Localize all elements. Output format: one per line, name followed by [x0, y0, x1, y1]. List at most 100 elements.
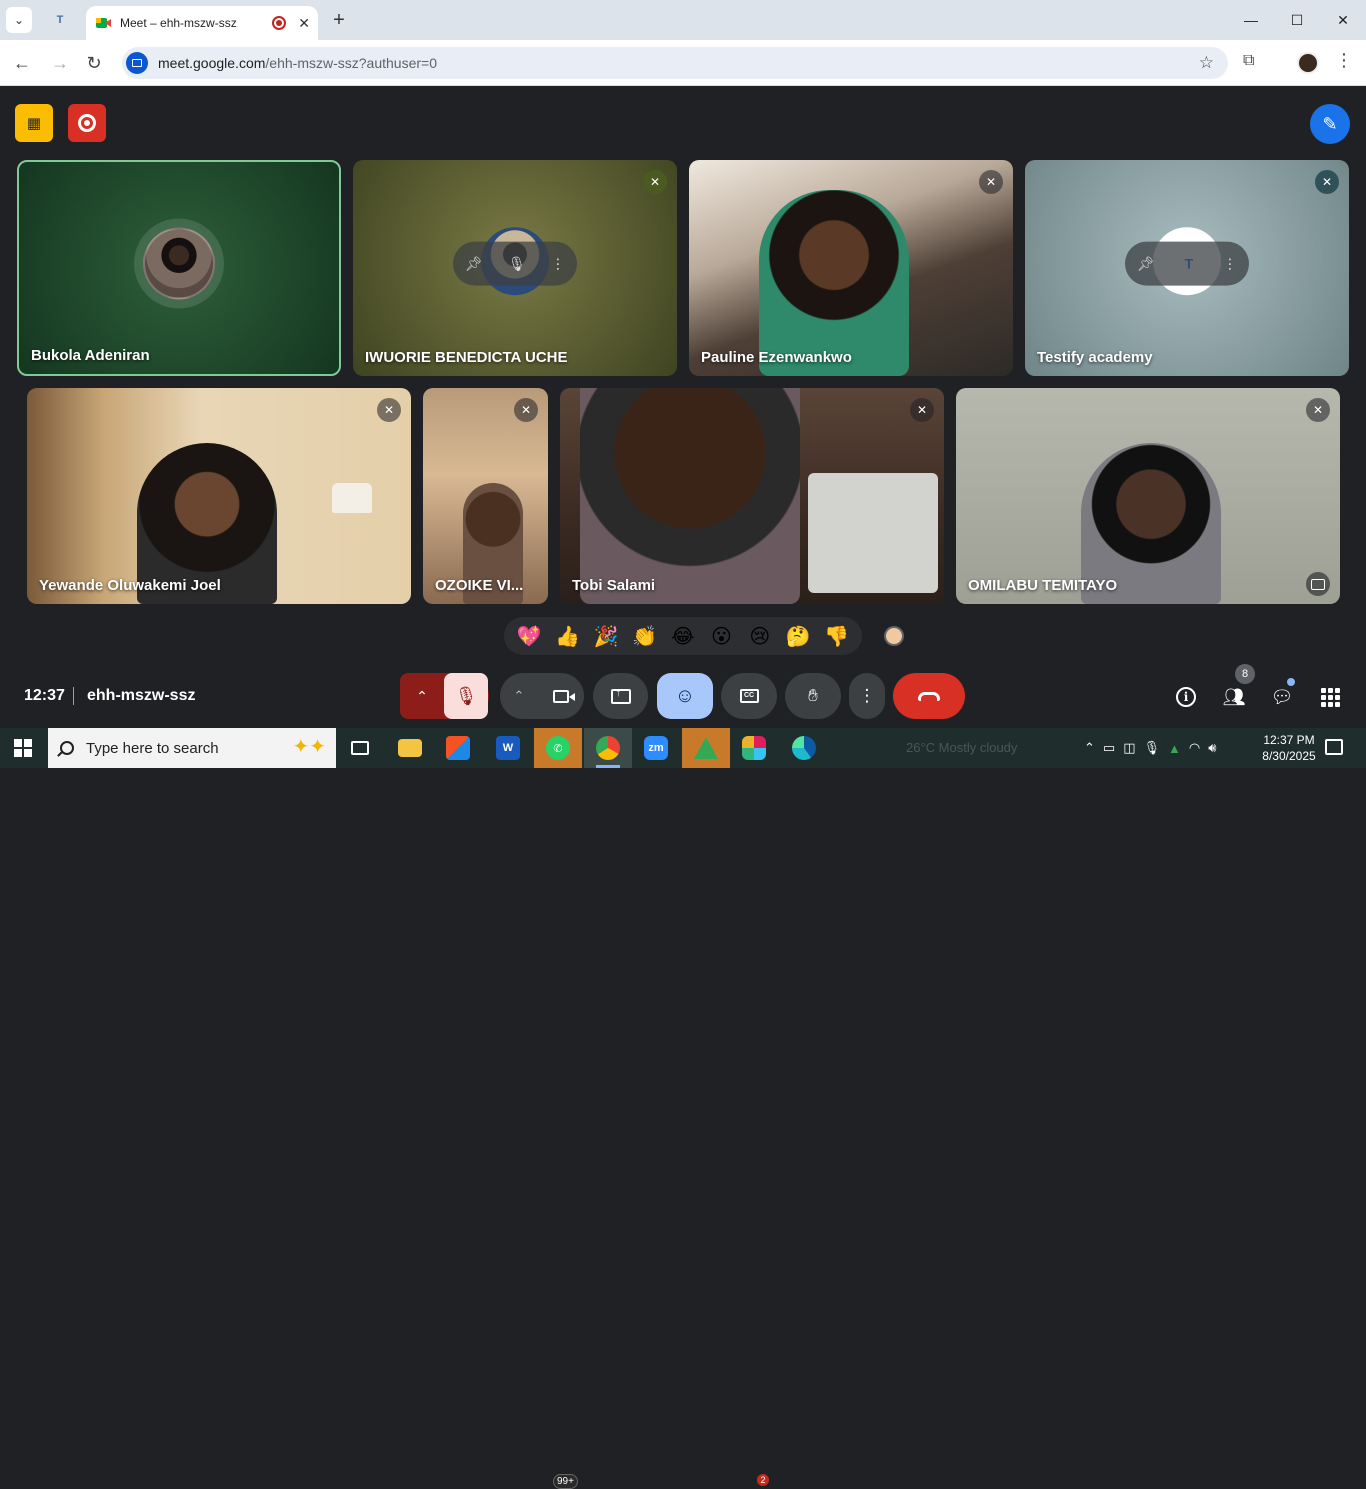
reaction-surprised[interactable]: 😮 — [706, 621, 736, 651]
divider — [73, 687, 74, 705]
browser-menu-icon[interactable]: ⋮ — [1334, 50, 1354, 76]
participant-tile[interactable]: ✕ Tobi Salami — [560, 388, 944, 604]
taskbar-app-file-explorer[interactable] — [386, 728, 434, 768]
windows-start-icon[interactable] — [14, 739, 32, 757]
participant-name: Tobi Salami — [572, 577, 656, 594]
taskbar-app-zoom[interactable]: zm — [632, 728, 680, 768]
reactions-bar: 💖 👍 🎉 👏 😂 😮 😢 🤔 👎 — [504, 617, 862, 655]
edit-pen-button[interactable]: ✎ — [1310, 104, 1350, 144]
raise-hand-button[interactable]: ✋︎ — [785, 673, 841, 719]
camera-toggle-button[interactable] — [538, 673, 584, 719]
mute-icon[interactable]: 🎙︎ — [508, 255, 526, 272]
url-path: /ehh-mszw-ssz?authuser=0 — [265, 55, 437, 71]
green-app-tray-icon[interactable]: ▲ — [1168, 741, 1181, 756]
recording-button[interactable] — [68, 104, 106, 142]
address-bar[interactable]: meet.google.com/ehh-mszw-ssz?authuser=0 … — [122, 47, 1228, 79]
taskbar-app-edge[interactable] — [780, 728, 828, 768]
minimize-button[interactable]: — — [1228, 0, 1274, 40]
mic-control-group: ⌃ 🎙︎ — [400, 673, 489, 719]
tab-meet[interactable]: Meet – ehh-mszw-ssz ✕ — [86, 6, 318, 40]
tab-close-icon[interactable]: ✕ — [298, 15, 310, 32]
back-button[interactable]: ← — [9, 50, 35, 76]
reaction-party-popper[interactable]: 🎉 — [591, 621, 621, 651]
reaction-clapping[interactable]: 👏 — [630, 621, 660, 651]
taskbar-app-slack[interactable] — [730, 728, 778, 768]
zoom-icon: zm — [644, 736, 668, 760]
present-screen-button[interactable] — [593, 673, 648, 719]
camera-blocked-icon[interactable]: ▦ — [15, 104, 53, 142]
participant-tile[interactable]: Bukola Adeniran — [17, 160, 341, 376]
reaction-laughing[interactable]: 😂 — [668, 621, 698, 651]
participant-name: Pauline Ezenwankwo — [701, 349, 852, 366]
battery-icon[interactable]: ▭ — [1103, 740, 1115, 756]
picture-in-picture-icon[interactable] — [1306, 572, 1330, 596]
pin-icon[interactable]: 📌︎ — [465, 255, 483, 272]
meeting-details-button[interactable]: i — [1173, 684, 1199, 710]
maximize-button[interactable]: ☐ — [1274, 0, 1320, 40]
participant-name: OZOIKE VI... — [435, 577, 524, 594]
tile-hover-controls: 📌︎ T ⋮ — [1125, 241, 1249, 286]
reaction-thinking[interactable]: 🤔 — [783, 621, 813, 651]
reaction-sparkling-heart[interactable]: 💖 — [514, 621, 544, 651]
edge-icon — [792, 736, 816, 760]
more-options-icon[interactable]: ⋮ — [1223, 255, 1237, 272]
profile-avatar[interactable] — [1297, 52, 1319, 74]
volume-icon[interactable]: 🔊︎ — [1208, 740, 1216, 756]
new-tab-button[interactable]: + — [328, 8, 350, 32]
extensions-icon[interactable]: ⧉ — [1243, 52, 1265, 74]
participant-tile[interactable]: 📌︎ T ⋮ ✕ Testify academy — [1025, 160, 1349, 376]
captions-button[interactable]: CC — [721, 673, 777, 719]
taskbar-search[interactable]: Type here to search ✦✦ — [48, 728, 336, 768]
close-window-button[interactable]: ✕ — [1320, 0, 1366, 40]
participant-tile[interactable]: ✕ Yewande Oluwakemi Joel — [27, 388, 411, 604]
taskbar-app-word[interactable]: W — [484, 728, 532, 768]
tray-overflow-chevron-icon[interactable]: ⌃ — [1084, 740, 1095, 756]
reaction-thumbs-up[interactable]: 👍 — [553, 621, 583, 651]
triangle-app-icon — [694, 737, 718, 759]
activities-button[interactable] — [1317, 684, 1343, 710]
site-info-icon[interactable] — [126, 52, 148, 74]
microphone-tray-icon[interactable]: 🎙︎ — [1144, 740, 1161, 756]
forward-button[interactable]: → — [47, 50, 73, 76]
more-options-button[interactable]: ⋮ — [849, 673, 885, 719]
captions-icon: CC — [739, 689, 759, 703]
participant-tile[interactable]: ✕ OMILABU TEMITAYO — [956, 388, 1340, 604]
mic-toggle-button[interactable]: 🎙︎ — [444, 673, 488, 719]
tab-search-button[interactable]: ⌄ — [6, 7, 32, 33]
taskbar-app-store[interactable] — [434, 728, 482, 768]
taskbar-app-whatsapp[interactable]: ✆ — [534, 728, 582, 768]
clock-date: 8/30/2025 — [1262, 749, 1316, 763]
send-reaction-button[interactable]: ☺ — [657, 673, 713, 719]
people-button[interactable]: 👥︎ — [1221, 684, 1247, 710]
mic-off-icon: ✕ — [910, 398, 934, 422]
more-options-icon[interactable]: ⋮ — [551, 255, 565, 272]
bookmark-star-icon[interactable]: ☆ — [1199, 53, 1214, 73]
wifi-icon[interactable]: ◠ — [1189, 740, 1200, 756]
reaction-sad[interactable]: 😢 — [745, 621, 775, 651]
search-placeholder: Type here to search — [86, 739, 219, 757]
participant-tile[interactable]: 📌︎ 🎙︎ ⋮ ✕ IWUORIE BENEDICTA UCHE — [353, 160, 677, 376]
taskbar-app-chrome[interactable] — [584, 728, 632, 768]
reaction-thumbs-down[interactable]: 👎 — [822, 621, 852, 651]
taskbar-app-green[interactable] — [682, 728, 730, 768]
leave-call-button[interactable] — [893, 673, 965, 719]
camera-icon — [553, 689, 575, 703]
system-clock[interactable]: 12:37 PM 8/30/2025 — [1257, 732, 1321, 764]
video-settings-chevron-icon[interactable]: ⌃ — [500, 673, 538, 719]
reload-button[interactable]: ↻ — [81, 50, 107, 76]
end-call-icon — [918, 691, 940, 701]
participant-name: OMILABU TEMITAYO — [968, 577, 1118, 594]
mic-off-icon: 🎙︎ — [454, 685, 478, 706]
participant-tile[interactable]: ✕ Pauline Ezenwankwo — [689, 160, 1013, 376]
weather-widget[interactable]: 26°C Mostly cloudy — [906, 740, 1017, 755]
audio-settings-chevron-icon[interactable]: ⌃ — [400, 673, 444, 719]
chat-button[interactable]: 💬︎ — [1269, 684, 1295, 710]
camera-tray-icon[interactable]: ◫ — [1123, 740, 1135, 756]
chat-icon: 💬︎ — [1270, 686, 1294, 707]
notifications-icon[interactable] — [1325, 739, 1343, 755]
participant-tile[interactable]: ✕ OZOIKE VI... — [423, 388, 548, 604]
skin-tone-selector[interactable] — [884, 626, 904, 646]
tab-inactive[interactable]: T — [44, 8, 76, 32]
task-view-button[interactable] — [336, 728, 384, 768]
pin-icon[interactable]: 📌︎ — [1137, 255, 1155, 272]
